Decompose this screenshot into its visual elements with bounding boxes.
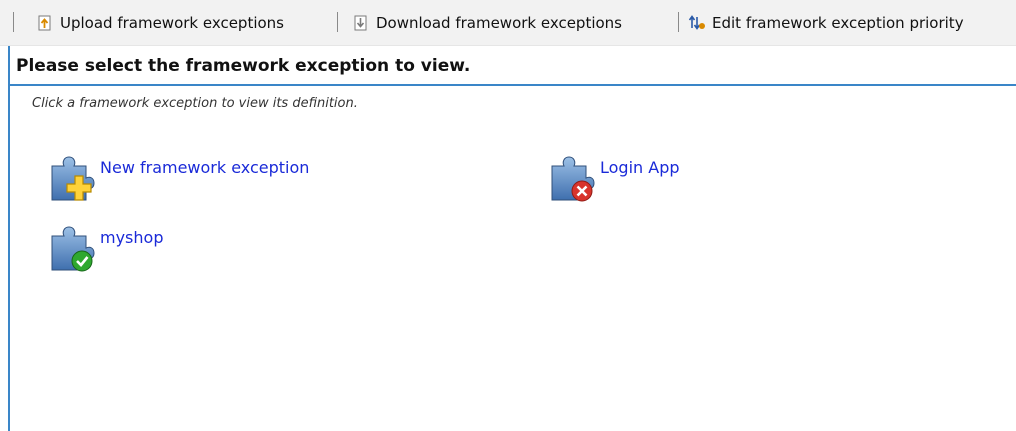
toolbar-separator — [13, 12, 14, 32]
instruction-text: Click a framework exception to view its … — [32, 96, 358, 111]
toolbar: Upload framework exceptions Download fra… — [0, 0, 1016, 46]
toolbar-separator — [678, 12, 679, 32]
puzzle-error-icon — [551, 156, 595, 202]
exception-label[interactable]: myshop — [100, 228, 163, 247]
exception-item-login-app[interactable]: Login App — [546, 152, 746, 208]
toolbar-separator — [337, 12, 338, 32]
edit-priority-label: Edit framework exception priority — [712, 14, 964, 32]
priority-arrows-icon — [688, 15, 705, 30]
download-exceptions-label: Download framework exceptions — [376, 14, 622, 32]
puzzle-ok-icon — [51, 226, 95, 272]
puzzle-add-icon — [51, 156, 95, 201]
exception-label[interactable]: Login App — [600, 158, 680, 177]
exception-item-new[interactable]: New framework exception — [46, 152, 346, 208]
page: Upload framework exceptions Download fra… — [0, 0, 1016, 431]
title-divider — [8, 84, 1016, 86]
exception-label[interactable]: New framework exception — [100, 158, 309, 177]
upload-exceptions-label: Upload framework exceptions — [60, 14, 284, 32]
upload-exceptions-button[interactable]: Upload framework exceptions — [36, 0, 284, 46]
download-arrow-icon — [354, 15, 367, 31]
left-border — [8, 46, 10, 431]
page-title: Please select the framework exception to… — [16, 56, 471, 76]
upload-arrow-icon — [38, 15, 51, 31]
edit-priority-button[interactable]: Edit framework exception priority — [688, 0, 964, 46]
exception-item-myshop[interactable]: myshop — [46, 222, 246, 278]
download-exceptions-button[interactable]: Download framework exceptions — [352, 0, 622, 46]
